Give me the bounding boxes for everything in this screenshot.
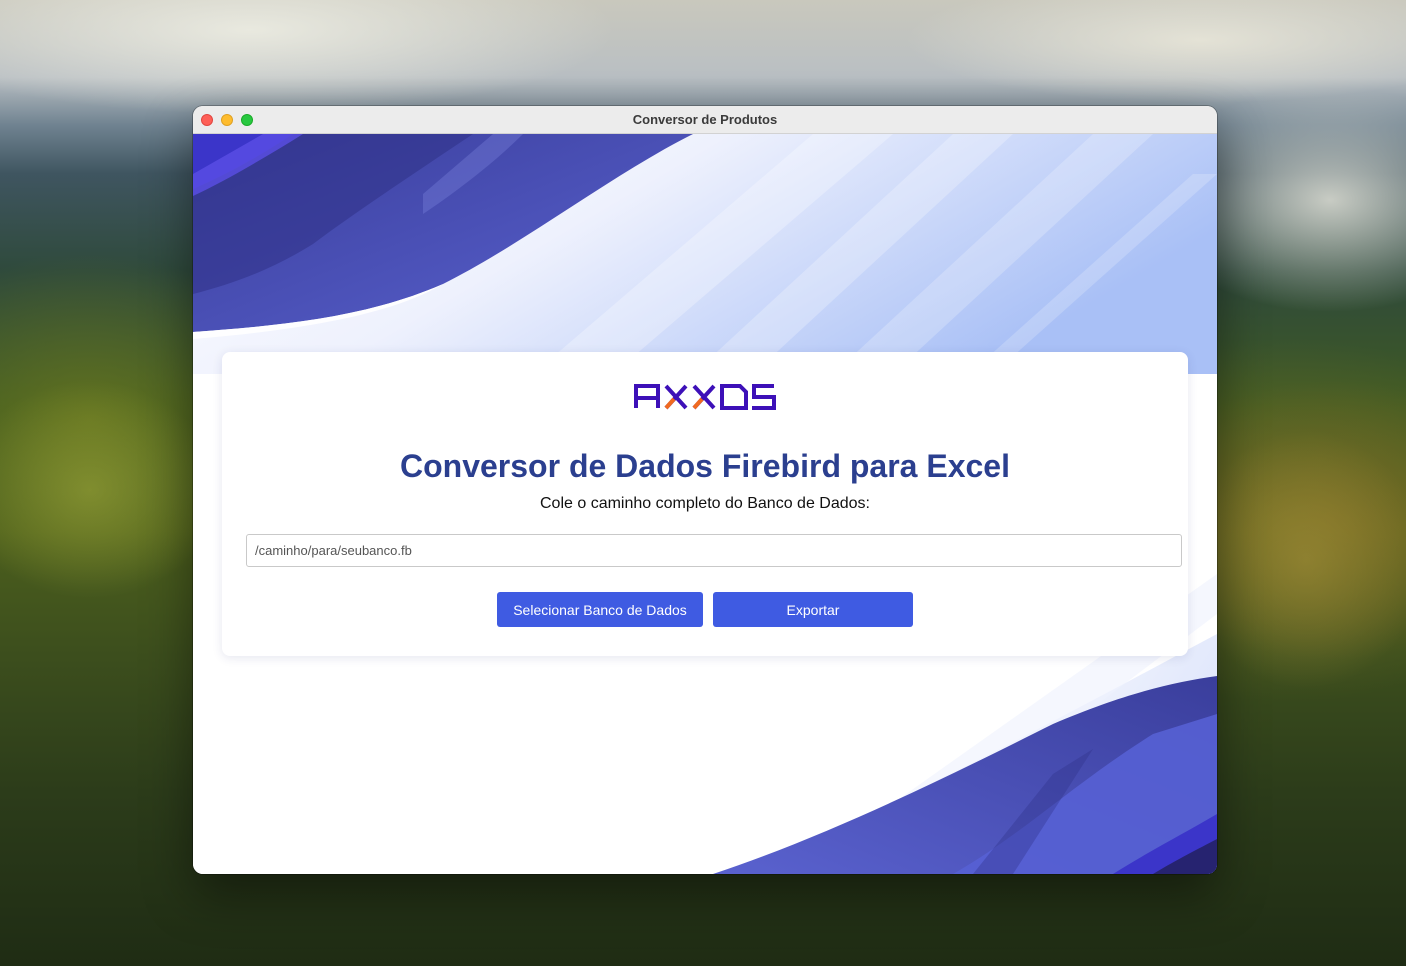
window-titlebar[interactable]: Conversor de Produtos (193, 106, 1217, 134)
export-button[interactable]: Exportar (713, 592, 913, 627)
app-content: Conversor de Dados Firebird para Excel C… (193, 134, 1217, 874)
select-database-button[interactable]: Selecionar Banco de Dados (497, 592, 703, 627)
database-path-input[interactable] (246, 534, 1182, 567)
wallpaper-hill (0, 380, 220, 600)
app-window: Conversor de Produtos Conversor de Dados… (193, 106, 1217, 874)
converter-card: Conversor de Dados Firebird para Excel C… (222, 352, 1188, 656)
window-title: Conversor de Produtos (632, 112, 778, 127)
wallpaper-hill (1186, 430, 1406, 690)
page-title: Conversor de Dados Firebird para Excel (400, 448, 1010, 484)
path-instruction-label: Cole o caminho completo do Banco de Dado… (540, 495, 870, 512)
axxos-logo (634, 384, 776, 410)
